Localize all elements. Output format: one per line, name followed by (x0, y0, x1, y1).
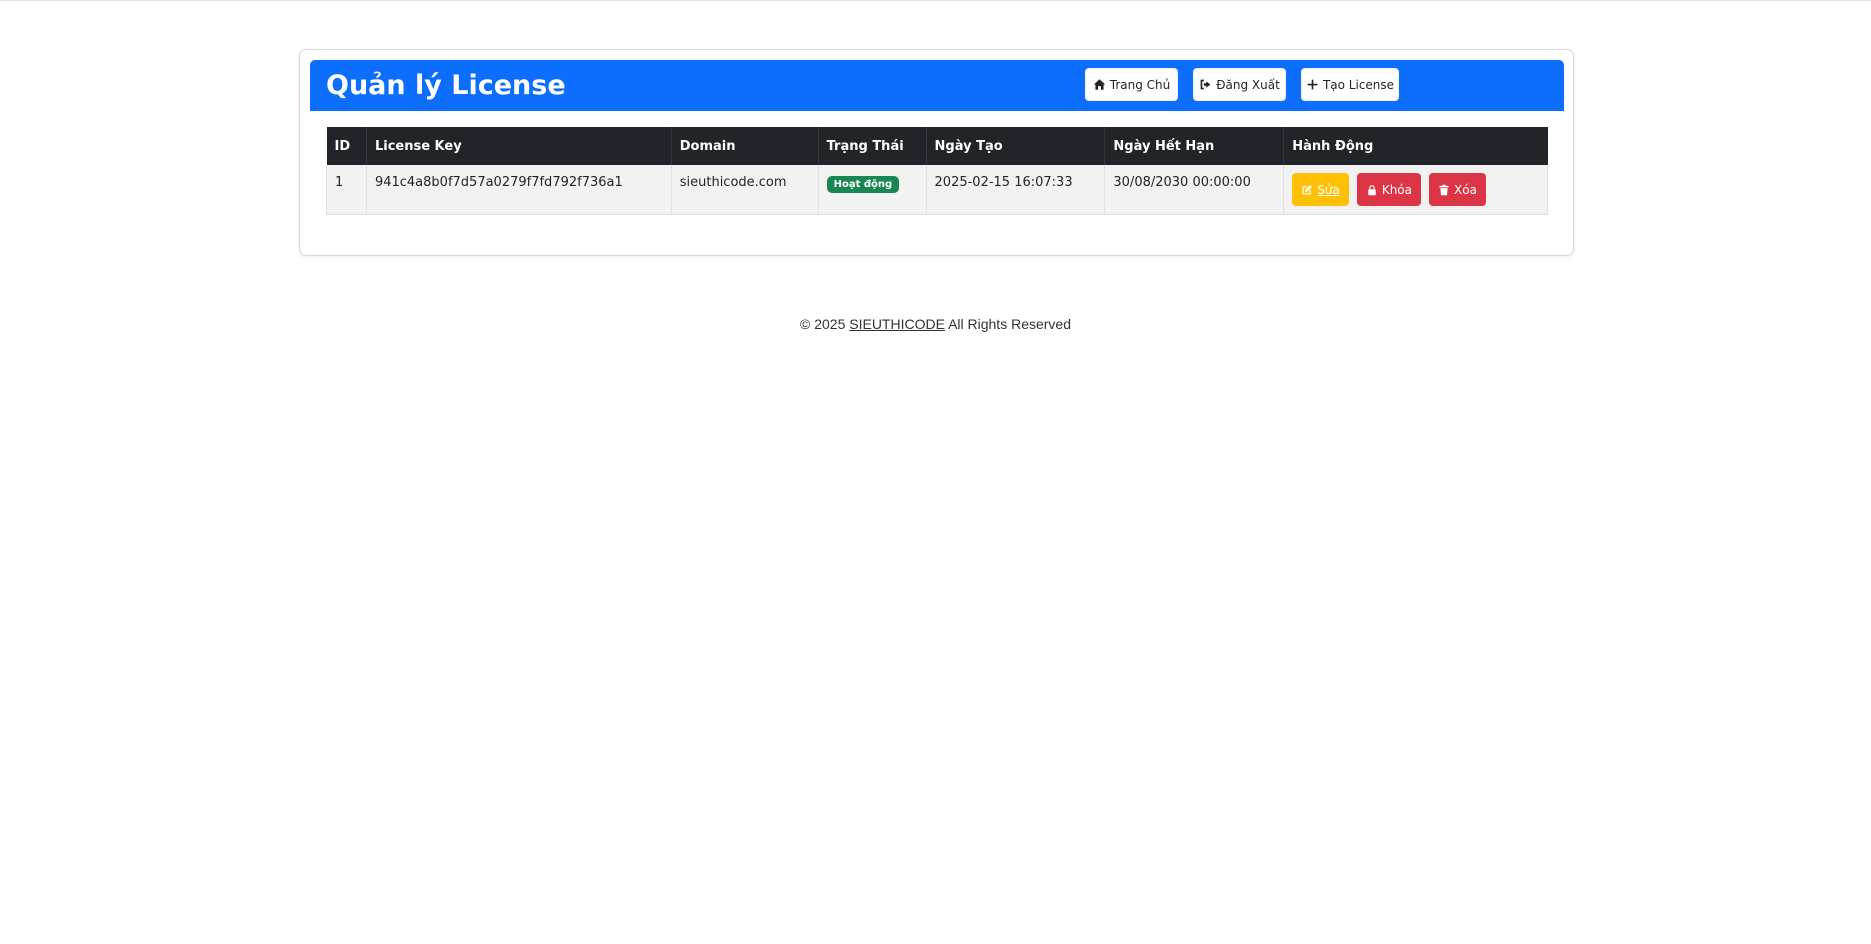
lock-button-label: Khóa (1381, 182, 1412, 197)
plus-icon (1307, 79, 1318, 90)
cell-domain: sieuthicode.com (671, 165, 819, 215)
home-button[interactable]: Trang Chủ (1085, 68, 1178, 101)
cell-id: 1 (326, 165, 367, 215)
cell-status: Hoạt động (818, 165, 927, 215)
footer-rights: All Rights Reserved (948, 316, 1071, 332)
footer: © 2025 SIEUTHICODE All Rights Reserved (0, 315, 1871, 333)
column-header-domain: Domain (671, 127, 819, 165)
license-card: Quản lý License Trang Chủ Đăng Xuất Tạo … (299, 49, 1574, 256)
card-header: Quản lý License Trang Chủ Đăng Xuất Tạo … (310, 60, 1564, 111)
logout-button-label: Đăng Xuất (1216, 77, 1280, 92)
edit-icon (1302, 184, 1313, 194)
edit-button-label: Sửa (1317, 182, 1340, 197)
trash-icon (1439, 184, 1449, 195)
lock-icon (1368, 184, 1376, 195)
column-header-actions: Hành Động (1283, 127, 1548, 165)
column-header-license-key: License Key (366, 127, 672, 165)
cell-expires: 30/08/2030 00:00:00 (1104, 165, 1285, 215)
footer-copyright: © 2025 (800, 316, 846, 332)
cell-created: 2025-02-15 16:07:33 (926, 165, 1106, 215)
table-header-row: ID License Key Domain Trạng Thái Ngày Tạ… (326, 127, 1548, 165)
page-title: Quản lý License (326, 70, 566, 101)
sign-out-icon (1200, 79, 1211, 90)
home-icon (1093, 79, 1105, 90)
top-border (0, 0, 1871, 1)
license-table: ID License Key Domain Trạng Thái Ngày Tạ… (326, 127, 1548, 215)
footer-brand-link[interactable]: SIEUTHICODE (849, 316, 945, 332)
status-badge: Hoạt động (826, 176, 900, 193)
cell-actions: Sửa Khóa Xóa (1283, 165, 1548, 215)
table-row: 1 941c4a8b0f7d57a0279f7fd792f736a1 sieut… (326, 165, 1548, 215)
column-header-status: Trạng Thái (818, 127, 927, 165)
edit-button[interactable]: Sửa (1292, 173, 1349, 206)
create-license-button[interactable]: Tạo License (1301, 68, 1399, 101)
lock-button[interactable]: Khóa (1356, 173, 1421, 206)
home-button-label: Trang Chủ (1109, 77, 1171, 92)
column-header-created: Ngày Tạo (926, 127, 1106, 165)
delete-button[interactable]: Xóa (1429, 173, 1486, 206)
logout-button[interactable]: Đăng Xuất (1193, 68, 1286, 101)
column-header-id: ID (326, 127, 367, 165)
create-license-button-label: Tạo License (1322, 77, 1395, 92)
cell-license-key: 941c4a8b0f7d57a0279f7fd792f736a1 (366, 165, 672, 215)
column-header-expires: Ngày Hết Hạn (1104, 127, 1285, 165)
row-actions: Sửa Khóa Xóa (1292, 173, 1539, 206)
delete-button-label: Xóa (1454, 182, 1477, 197)
